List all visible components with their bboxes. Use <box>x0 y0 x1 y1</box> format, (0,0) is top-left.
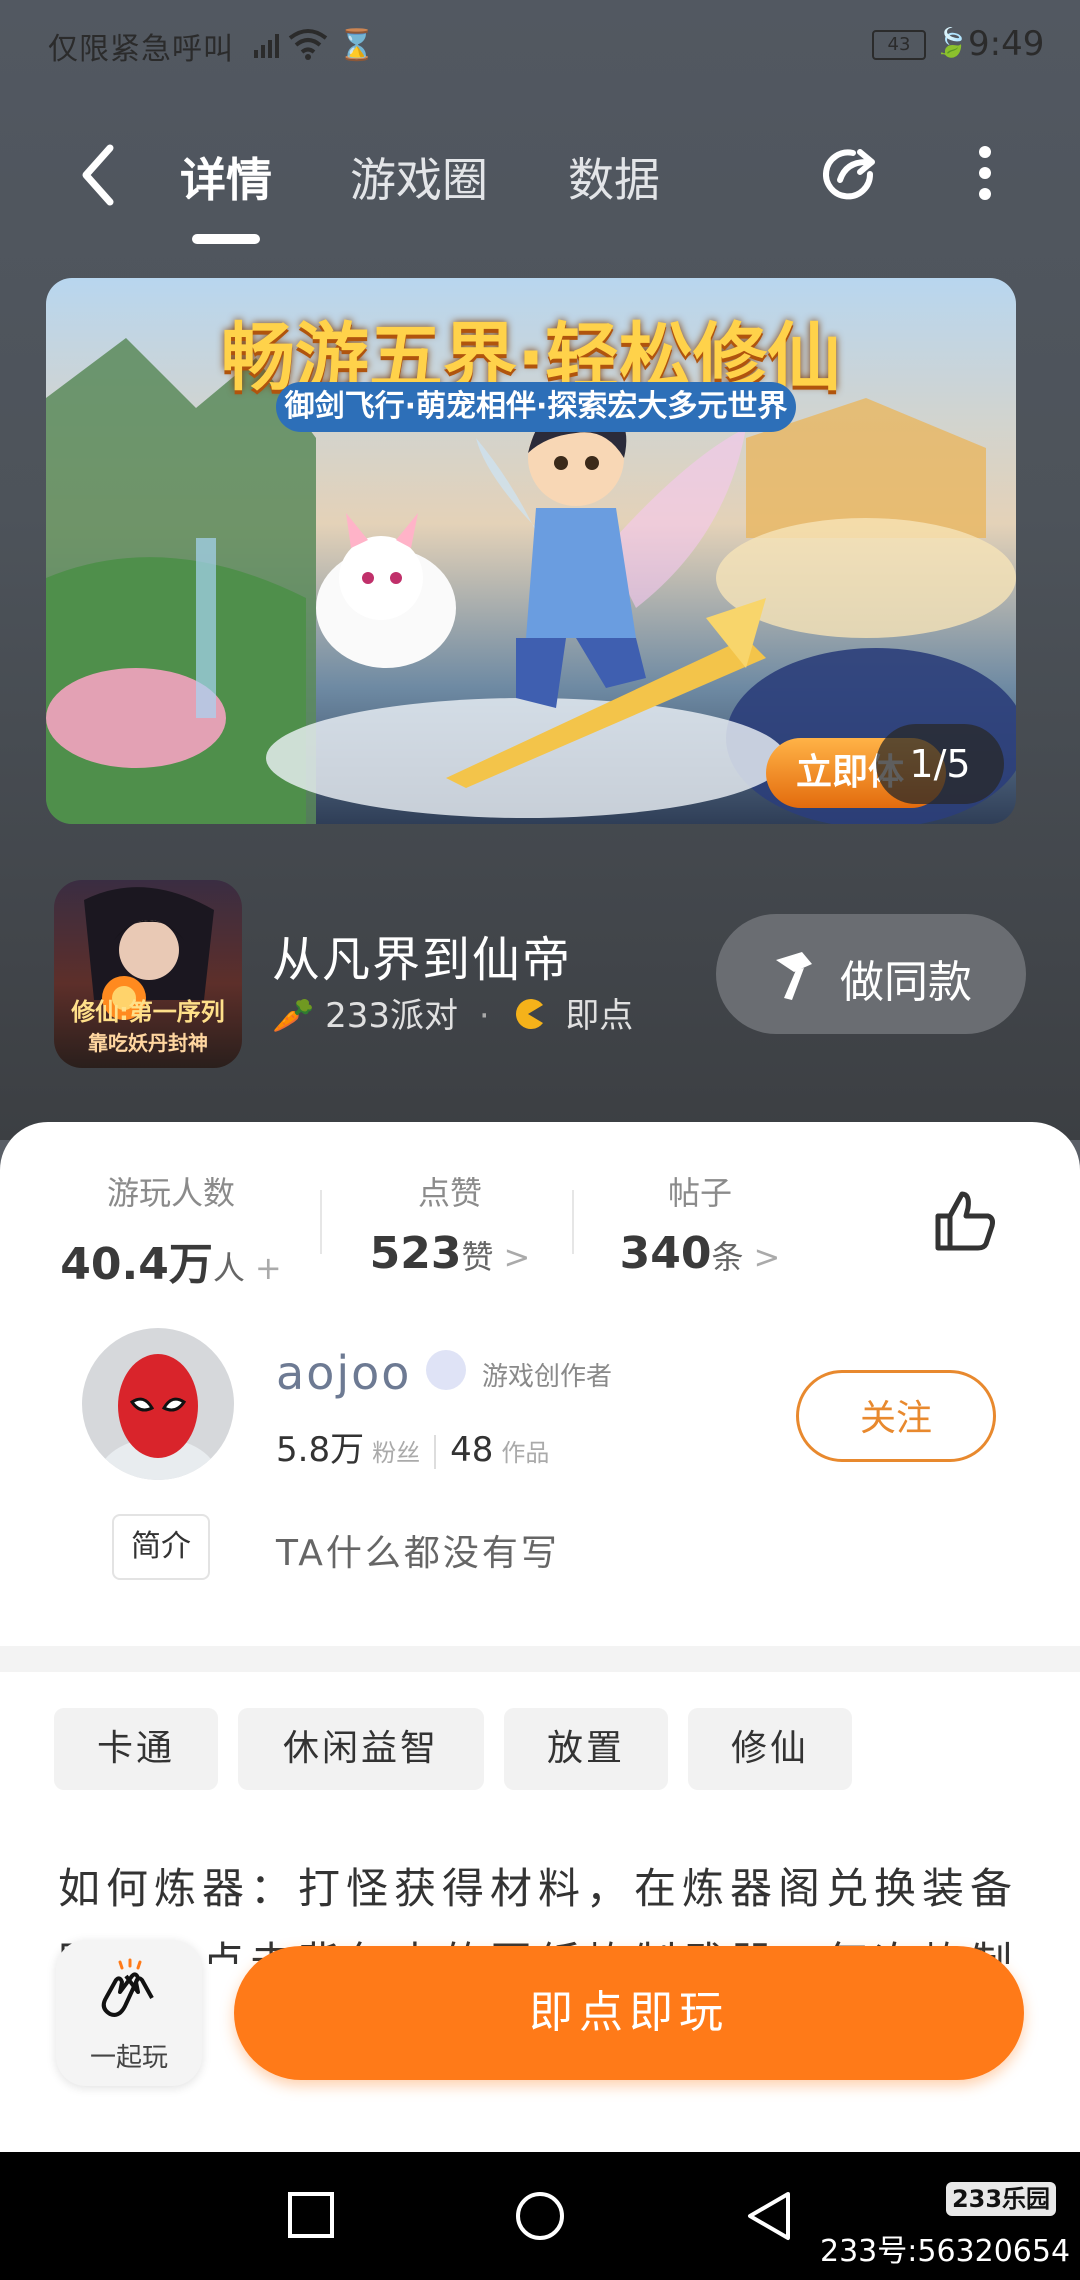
leaf-icon: 🍃 <box>934 26 969 59</box>
creator-label: 游戏创作者 <box>482 1362 613 1392</box>
stat-likes[interactable]: 点赞 523赞 > <box>340 1168 560 1279</box>
banner-subtitle: 御剑飞行·萌宠相伴·探索宏大多元世界 <box>276 382 796 432</box>
intro-tag: 简介 <box>112 1514 210 1580</box>
stat-posts-suffix: > <box>753 1238 781 1276</box>
hourglass-icon: ⌛ <box>338 28 376 63</box>
stat-players: 游玩人数 40.4万人 + <box>46 1168 296 1292</box>
watermark-id: 233号:56320654 <box>820 2234 1071 2269</box>
game-title: 从凡界到仙帝 <box>272 932 573 988</box>
stat-posts[interactable]: 帖子 340条 > <box>590 1168 810 1279</box>
stat-posts-unit: 条 <box>711 1238 744 1276</box>
meta-separator: · <box>478 996 490 1036</box>
stat-divider <box>320 1190 322 1254</box>
game-icon: 修仙:第一序列 靠吃妖丹封神 <box>54 880 242 1068</box>
signal-icon <box>254 34 279 58</box>
back-nav-icon[interactable] <box>744 2190 794 2242</box>
intro-text: TA什么都没有写 <box>276 1533 560 1574</box>
game-type: 即点 <box>565 996 634 1036</box>
tab-indicator <box>192 234 260 244</box>
works-count: 48 <box>450 1430 494 1470</box>
top-navigation: 详情 游戏圈 数据 <box>0 130 1080 250</box>
like-icon[interactable] <box>930 1186 1000 1256</box>
author-stats: 5.8万 粉丝 48 作品 <box>276 1422 549 1471</box>
tag-item[interactable]: 卡通 <box>54 1708 218 1790</box>
tab-data[interactable]: 数据 <box>568 144 660 210</box>
banner-pager: 1/5 <box>876 724 1004 804</box>
make-same-label: 做同款 <box>840 957 972 1008</box>
stat-players-suffix: + <box>254 1249 282 1287</box>
spiderman-avatar-art <box>98 1354 218 1480</box>
stat-players-value: 40.4万 <box>60 1239 213 1290</box>
make-same-button[interactable]: 做同款 <box>716 914 1026 1034</box>
stat-posts-value: 340 <box>619 1228 712 1279</box>
creator-badge-icon <box>426 1350 466 1390</box>
share-icon[interactable] <box>818 140 888 210</box>
wifi-icon <box>288 29 328 60</box>
fans-label: 粉丝 <box>372 1439 421 1467</box>
game-meta: 🥕 233派对 · 即点 <box>272 988 633 1037</box>
section-separator <box>0 1646 1080 1672</box>
stat-likes-value: 523 <box>369 1228 462 1279</box>
stat-likes-label: 点赞 <box>417 1174 482 1212</box>
home-icon[interactable] <box>514 2190 566 2242</box>
author-avatar[interactable] <box>82 1328 234 1480</box>
game-source: 233派对 <box>325 996 459 1036</box>
carrot-icon: 🥕 <box>272 996 315 1036</box>
stat-players-label: 游玩人数 <box>106 1174 235 1212</box>
author-stats-divider <box>434 1434 437 1469</box>
stat-likes-unit: 赞 <box>461 1238 494 1276</box>
tag-item[interactable]: 休闲益智 <box>238 1708 484 1790</box>
promo-banner[interactable]: 畅游五界·轻松修仙 御剑飞行·萌宠相伴·探索宏大多元世界 立即体 1/5 <box>46 278 1016 824</box>
follow-button[interactable]: 关注 <box>796 1370 996 1462</box>
clapping-hands-icon <box>101 1958 154 2017</box>
works-label: 作品 <box>501 1439 550 1467</box>
carrier-text: 仅限紧急呼叫 <box>48 32 234 67</box>
tab-game-circle[interactable]: 游戏圈 <box>350 144 488 210</box>
stat-divider <box>572 1190 574 1254</box>
game-icon-caption-1: 修仙:第一序列 <box>71 998 225 1026</box>
play-together-label: 一起玩 <box>89 2043 168 2073</box>
pacman-icon <box>515 999 543 1029</box>
tag-item[interactable]: 修仙 <box>688 1708 852 1790</box>
more-icon[interactable] <box>970 140 1000 210</box>
author-name[interactable]: aojoo <box>276 1346 411 1400</box>
game-icon-caption-2: 靠吃妖丹封神 <box>88 1031 208 1055</box>
play-together-button[interactable]: 一起玩 <box>56 1940 202 2086</box>
fans-count: 5.8万 <box>276 1430 365 1470</box>
watermark-badge: 233乐园 <box>946 2182 1056 2216</box>
stat-players-unit: 人 <box>212 1249 245 1287</box>
status-bar: 仅限紧急呼叫 ⌛ 43 🍃 9:49 <box>0 0 1080 92</box>
recent-apps-icon[interactable] <box>286 2190 336 2240</box>
battery-icon: 43 <box>872 30 926 60</box>
stat-likes-suffix: > <box>503 1238 531 1276</box>
tab-details[interactable]: 详情 <box>180 144 272 210</box>
tag-item[interactable]: 放置 <box>504 1708 668 1790</box>
back-icon[interactable] <box>78 140 118 210</box>
clock: 9:49 <box>968 24 1045 64</box>
instant-play-button[interactable]: 即点即玩 <box>234 1946 1024 2080</box>
hammer-icon <box>776 952 812 1000</box>
stat-posts-label: 帖子 <box>667 1174 732 1212</box>
